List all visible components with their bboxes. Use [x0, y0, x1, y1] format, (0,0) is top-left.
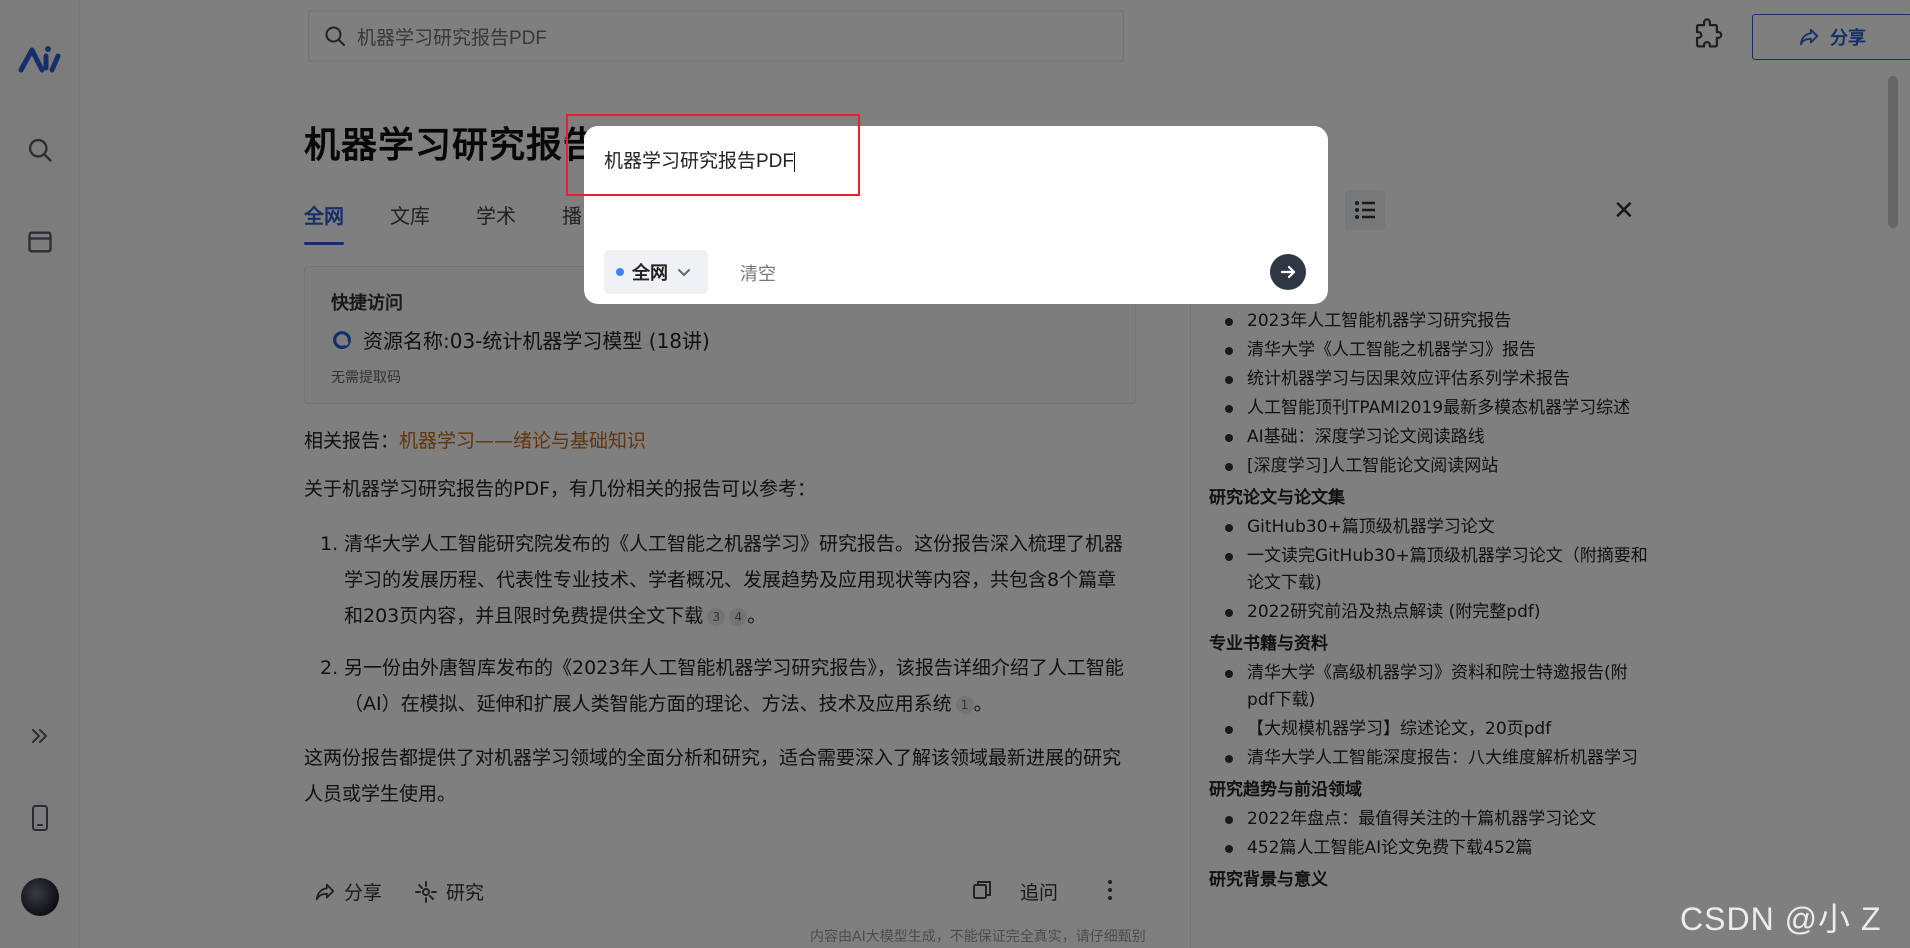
arrow-right-icon — [1280, 265, 1296, 279]
highlight-box — [566, 114, 860, 196]
watermark: CSDN @小 Z — [1680, 901, 1882, 937]
scope-dropdown[interactable]: 全网 — [604, 250, 708, 294]
scope-label: 全网 — [632, 263, 668, 284]
chevron-down-icon — [678, 269, 690, 277]
send-button[interactable] — [1270, 254, 1306, 290]
scope-dot-icon — [616, 268, 624, 276]
clear-button[interactable]: 清空 — [740, 260, 776, 286]
